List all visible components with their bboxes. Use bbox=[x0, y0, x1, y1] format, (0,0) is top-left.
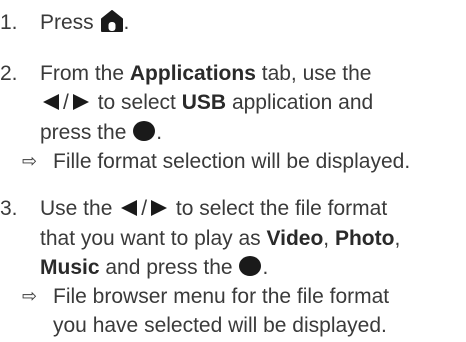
step-text-part: application and bbox=[231, 91, 374, 114]
step-text-part: From the bbox=[40, 62, 125, 85]
step-text-part: . bbox=[156, 121, 163, 144]
step-number: 1. bbox=[0, 11, 18, 34]
result-line: you have selected will be displayed. bbox=[53, 314, 387, 337]
comma: , bbox=[394, 227, 401, 250]
music-label: Music bbox=[40, 256, 100, 279]
photo-label: Photo bbox=[334, 227, 395, 250]
left-arrow-icon bbox=[120, 195, 138, 224]
step-text: Press . bbox=[40, 8, 460, 40]
step-text-part: . bbox=[262, 256, 269, 279]
usb-label: USB bbox=[181, 91, 227, 114]
step-text-part: . bbox=[123, 11, 130, 34]
comma: , bbox=[323, 227, 330, 250]
step-number: 2. bbox=[0, 62, 18, 85]
step-line: From the Applications tab, use the bbox=[40, 59, 460, 88]
step-text-part: to select bbox=[97, 91, 176, 114]
step-line: Use the / to select the file format bbox=[40, 194, 460, 224]
result-line: File browser menu for the file format bbox=[53, 285, 390, 308]
step-text-part: Press bbox=[40, 11, 94, 34]
applications-tab-label: Applications bbox=[129, 62, 256, 85]
left-arrow-icon bbox=[42, 89, 60, 118]
step-number: 3. bbox=[0, 197, 18, 220]
step-line: press the . bbox=[40, 118, 460, 150]
step-text: Use the / to select the file format that… bbox=[40, 194, 460, 285]
video-label: Video bbox=[266, 227, 324, 250]
step-text-part: to select the file format bbox=[175, 197, 388, 220]
step-text-part: and press the bbox=[105, 256, 233, 279]
step-text-part: Use the bbox=[40, 197, 113, 220]
ok-button-icon bbox=[132, 120, 156, 150]
result-arrow-icon: ⇨ bbox=[22, 286, 38, 307]
step-text-part: tab, use the bbox=[261, 62, 372, 85]
home-icon bbox=[100, 10, 124, 40]
step-text-part: press the bbox=[40, 121, 127, 144]
result-arrow-icon: ⇨ bbox=[22, 151, 38, 172]
step-line: Music and press the . bbox=[40, 253, 460, 285]
slash: / bbox=[63, 91, 69, 114]
step-line: that you want to play as Video, Photo, bbox=[40, 224, 460, 253]
result-text: File browser menu for the file format yo… bbox=[53, 282, 463, 340]
step-line: / to select USB application and bbox=[40, 88, 460, 118]
step-text-part: that you want to play as bbox=[40, 227, 261, 250]
ok-button-icon bbox=[238, 255, 262, 285]
right-arrow-icon bbox=[150, 195, 168, 224]
right-arrow-icon bbox=[72, 89, 90, 118]
step-text: From the Applications tab, use the / to … bbox=[40, 59, 460, 150]
slash: / bbox=[141, 197, 148, 220]
result-text: Fille format selection will be displayed… bbox=[53, 150, 411, 173]
